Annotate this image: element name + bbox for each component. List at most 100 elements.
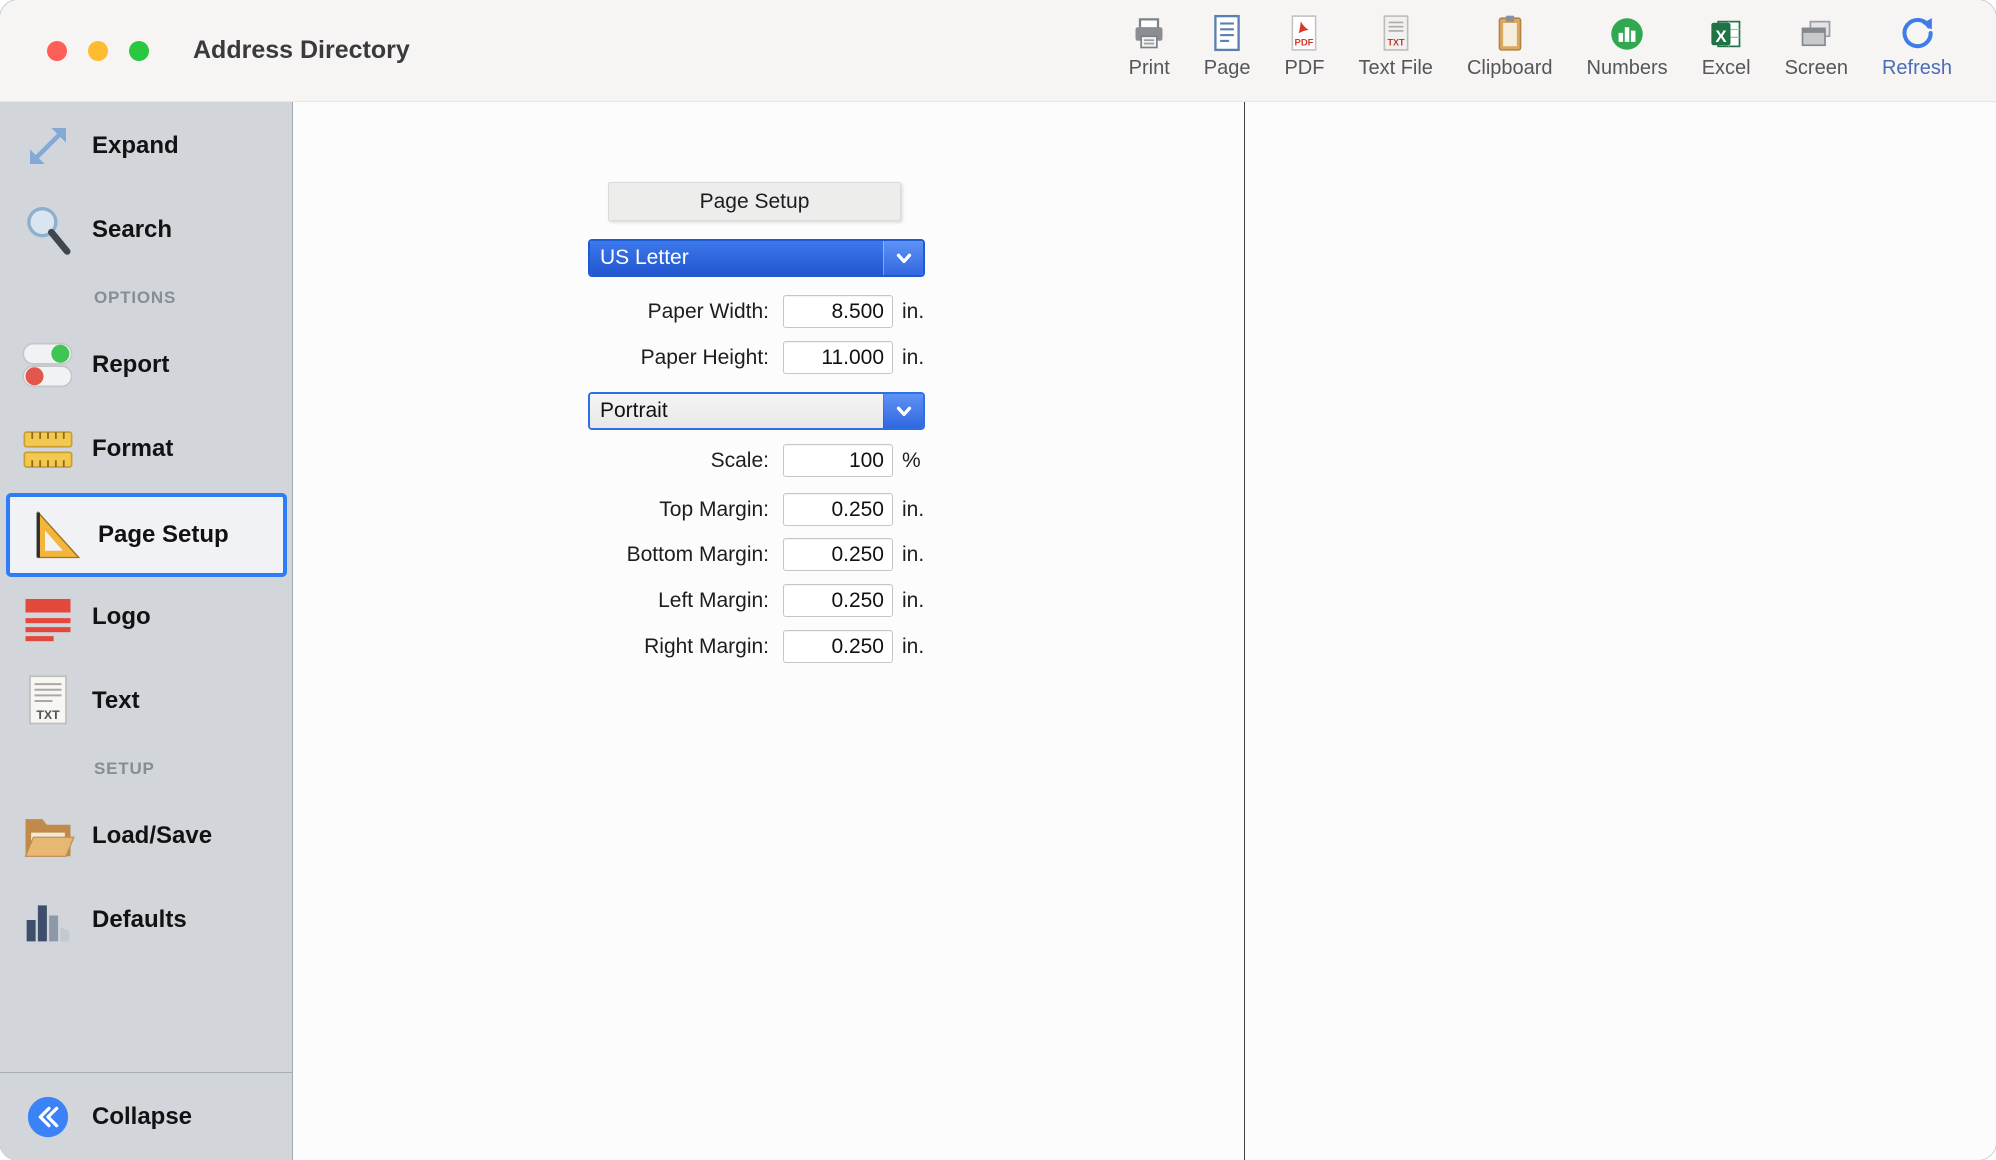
sidebar-item-text[interactable]: TXT Text (0, 659, 292, 743)
toolbar-label: Excel (1702, 57, 1751, 80)
pdf-icon: PDF (1287, 12, 1321, 52)
paper-size-value: US Letter (590, 241, 883, 275)
sidebar-item-report[interactable]: Report (0, 323, 292, 407)
sidebar-item-page-setup[interactable]: Page Setup (6, 493, 287, 577)
sidebar-item-label: Report (92, 351, 169, 379)
sidebar-item-label: Format (92, 435, 173, 463)
content-divider (1244, 102, 1245, 1160)
top-margin-row: Top Margin: in. (439, 493, 924, 526)
search-icon (16, 199, 80, 261)
window-body: Expand Search OPTIONS Report Format (0, 102, 1996, 1160)
page-icon (1210, 12, 1244, 52)
sidebar-item-label: Defaults (92, 906, 187, 934)
refresh-button[interactable]: Refresh (1882, 12, 1952, 80)
sidebar-item-label: Search (92, 216, 172, 244)
sidebar-item-label: Logo (92, 603, 151, 631)
clipboard-icon (1493, 12, 1527, 52)
app-window: Address Directory Print Page PDF PDF (0, 0, 1996, 1160)
pdf-button[interactable]: PDF PDF (1284, 12, 1324, 80)
toolbar-label: Text File (1358, 57, 1432, 80)
clipboard-button[interactable]: Clipboard (1467, 12, 1553, 80)
page-setup-header-button[interactable]: Page Setup (608, 182, 901, 221)
toolbar-label: Numbers (1587, 57, 1668, 80)
window-title: Address Directory (193, 36, 410, 65)
printer-icon (1131, 12, 1167, 52)
sidebar-divider (0, 1072, 292, 1073)
expand-icon (16, 115, 80, 177)
right-margin-row: Right Margin: in. (439, 630, 924, 663)
main-content: Page Setup US Letter Paper Width: in. Pa… (293, 102, 1996, 1160)
bottom-margin-input[interactable] (783, 538, 893, 571)
sidebar-item-defaults[interactable]: Defaults (0, 878, 292, 962)
scale-label: Scale: (439, 449, 769, 473)
bar-chart-icon (16, 889, 80, 951)
screen-button[interactable]: Screen (1785, 12, 1848, 80)
paper-height-label: Paper Height: (439, 346, 769, 370)
toolbar-label: Screen (1785, 57, 1848, 80)
left-margin-unit: in. (902, 589, 924, 613)
bottom-margin-row: Bottom Margin: in. (439, 538, 924, 571)
toggles-icon (16, 334, 80, 396)
right-margin-unit: in. (902, 635, 924, 659)
paper-size-select[interactable]: US Letter (588, 239, 925, 277)
paper-height-row: Paper Height: in. (439, 341, 924, 374)
bottom-margin-label: Bottom Margin: (439, 543, 769, 567)
top-margin-label: Top Margin: (439, 498, 769, 522)
toolbar-label: Page (1204, 57, 1251, 80)
toolbar-label: Refresh (1882, 57, 1952, 80)
excel-icon: X (1708, 12, 1744, 52)
sidebar-item-search[interactable]: Search (0, 188, 292, 272)
sidebar-item-label: Text (92, 687, 140, 715)
left-margin-input[interactable] (783, 584, 893, 617)
scale-row: Scale: % (439, 444, 921, 477)
paper-width-unit: in. (902, 300, 924, 324)
minimize-button[interactable] (88, 41, 108, 61)
sidebar-section-options: OPTIONS (0, 283, 292, 313)
text-file-button[interactable]: TXT Text File (1358, 12, 1432, 80)
bottom-margin-unit: in. (902, 543, 924, 567)
close-button[interactable] (47, 41, 67, 61)
chevron-down-icon (883, 241, 923, 275)
svg-text:X: X (1715, 26, 1727, 45)
numbers-icon (1609, 12, 1645, 52)
paper-height-input[interactable] (783, 341, 893, 374)
letterhead-icon (16, 586, 80, 648)
scale-input[interactable] (783, 444, 893, 477)
sidebar-item-logo[interactable]: Logo (0, 575, 292, 659)
toolbar-label: PDF (1284, 57, 1324, 80)
sidebar-item-label: Expand (92, 132, 179, 160)
right-margin-input[interactable] (783, 630, 893, 663)
text-file-icon: TXT (1379, 12, 1413, 52)
toolbar: Print Page PDF PDF TXT Text File (1129, 12, 1996, 90)
paper-width-input[interactable] (783, 295, 893, 328)
print-button[interactable]: Print (1129, 12, 1170, 80)
svg-text:PDF: PDF (1295, 37, 1314, 48)
paper-height-unit: in. (902, 346, 924, 370)
orientation-select[interactable]: Portrait (588, 392, 925, 430)
ruler-icon (16, 418, 80, 480)
set-square-icon (22, 504, 86, 566)
titlebar: Address Directory Print Page PDF PDF (0, 0, 1996, 102)
collapse-icon (16, 1086, 80, 1148)
chevron-down-icon (883, 394, 923, 428)
folder-icon (16, 805, 80, 867)
numbers-button[interactable]: Numbers (1587, 12, 1668, 80)
traffic-lights (0, 41, 149, 61)
sidebar-item-format[interactable]: Format (0, 407, 292, 491)
excel-button[interactable]: X Excel (1702, 12, 1751, 80)
refresh-icon (1898, 12, 1936, 52)
sidebar-item-label: Page Setup (98, 521, 229, 549)
zoom-button[interactable] (129, 41, 149, 61)
top-margin-input[interactable] (783, 493, 893, 526)
scale-unit: % (902, 449, 921, 473)
top-margin-unit: in. (902, 498, 924, 522)
sidebar-collapse-button[interactable]: Collapse (0, 1074, 292, 1160)
sidebar-item-load-save[interactable]: Load/Save (0, 794, 292, 878)
paper-width-row: Paper Width: in. (439, 295, 924, 328)
paper-width-label: Paper Width: (439, 300, 769, 324)
collapse-label: Collapse (92, 1103, 192, 1131)
left-margin-row: Left Margin: in. (439, 584, 924, 617)
page-button[interactable]: Page (1204, 12, 1251, 80)
orientation-value: Portrait (590, 394, 883, 428)
sidebar-item-expand[interactable]: Expand (0, 104, 292, 188)
